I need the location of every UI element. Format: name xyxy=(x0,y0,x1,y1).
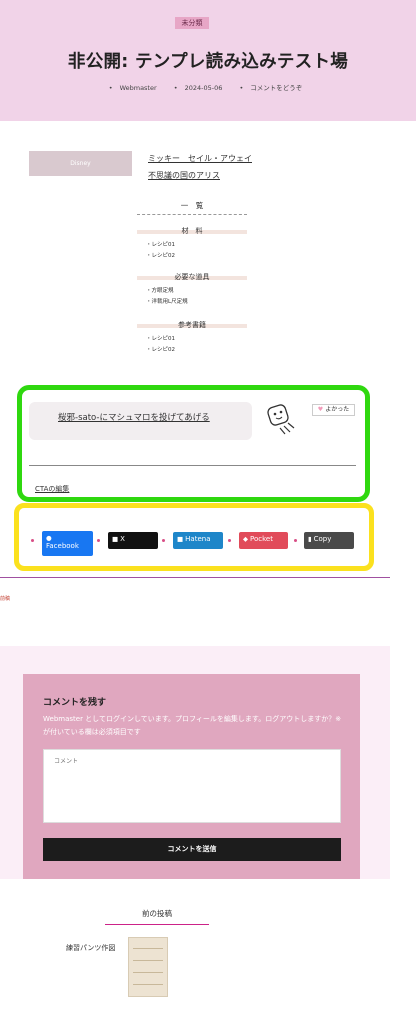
separator-dot xyxy=(294,539,297,542)
share-hatena-button[interactable]: ■ Hatena xyxy=(173,532,223,549)
section-divider xyxy=(0,577,390,578)
materials-heading: 材 料 xyxy=(137,226,247,235)
heart-icon: ♥ xyxy=(317,406,324,413)
yokatta-button[interactable]: ♥ よかった xyxy=(312,404,355,416)
post-meta: • Webmaster • 2024-05-06 • コメントをどうぞ xyxy=(108,84,303,92)
prev-mini-label[interactable]: 前稿 xyxy=(0,595,10,602)
post-date: 2024-05-06 xyxy=(184,84,223,92)
divider xyxy=(29,465,356,466)
share-facebook-button[interactable]: ● Facebook xyxy=(42,531,93,556)
login-note: Webmaster としてログインしています。プロフィールを編集します。ログアウ… xyxy=(43,715,342,736)
hatena-icon: ■ xyxy=(177,535,184,543)
comment-textarea[interactable] xyxy=(43,749,341,823)
post-title: 非公開: テンプレ読み込みテスト場 xyxy=(67,52,349,72)
copy-icon: ▮ xyxy=(308,535,312,543)
category-badge[interactable]: 未分類 xyxy=(175,17,209,29)
disney-thumbnail[interactable]: Disney xyxy=(29,151,132,176)
link-mickey-sail-away[interactable]: ミッキー セイル・アウェイ xyxy=(148,153,252,164)
pocket-icon: ◆ xyxy=(243,535,248,543)
list-item: ・レシピ02 xyxy=(146,253,176,259)
list-item: ・方眼定規 xyxy=(146,288,174,294)
share-pocket-button[interactable]: ◆ Pocket xyxy=(239,532,288,549)
facebook-icon: ● xyxy=(46,534,52,542)
separator-dot xyxy=(97,539,100,542)
submit-comment-button[interactable]: コメントを送信 xyxy=(43,838,341,861)
author-link[interactable]: Webmaster xyxy=(120,84,157,92)
separator-dot xyxy=(162,539,165,542)
share-x-button[interactable]: ■ X xyxy=(108,532,158,549)
x-icon: ■ xyxy=(112,535,119,543)
marshmallow-icon xyxy=(267,404,295,435)
books-heading: 参考書籍 xyxy=(137,320,247,329)
share-copy-button[interactable]: ▮ Copy xyxy=(304,532,354,549)
comments-link[interactable]: コメントをどうぞ xyxy=(250,84,302,92)
list-item: ・洋裁用L尺定規 xyxy=(146,299,188,305)
list-item: ・レシピ01 xyxy=(146,242,176,248)
tools-heading: 必要な道具 xyxy=(137,272,247,281)
list-heading: 一 覧 xyxy=(137,200,247,215)
previous-post-link[interactable]: 練習パンツ作図 xyxy=(66,943,115,953)
page: 未分類 非公開: テンプレ読み込みテスト場 • Webmaster • 2024-0… xyxy=(0,0,416,1024)
comment-title: コメントを残す xyxy=(43,698,107,708)
previous-post-thumbnail[interactable] xyxy=(128,937,168,997)
marshmallow-link[interactable]: 桜邪-sato-にマシュマロを投げてあげる xyxy=(58,411,210,423)
separator-dot xyxy=(31,539,34,542)
previous-post-heading: 前の投稿 xyxy=(105,908,209,925)
separator-dot xyxy=(228,539,231,542)
link-alice[interactable]: 不思議の国のアリス xyxy=(148,170,220,181)
cta-edit-link[interactable]: CTAの編集 xyxy=(35,484,69,494)
list-item: ・レシピ02 xyxy=(146,347,176,353)
list-item: ・レシピ01 xyxy=(146,336,176,342)
